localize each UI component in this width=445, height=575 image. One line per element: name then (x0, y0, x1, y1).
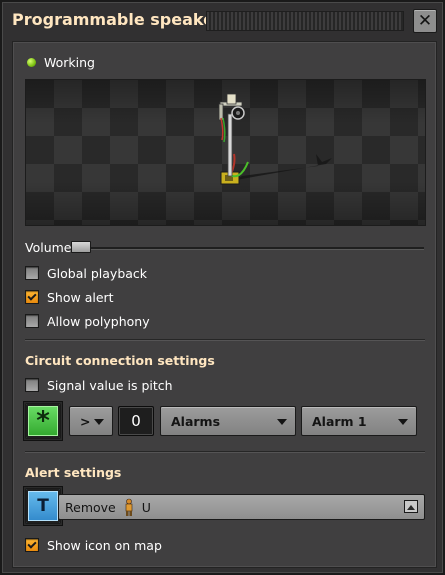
close-icon: ✕ (417, 11, 433, 31)
comparator-value: > (80, 413, 91, 429)
allow-polyphony-option[interactable]: Allow polyphony (25, 313, 150, 329)
image-picker-icon[interactable] (404, 500, 418, 513)
constant-value-field[interactable]: 0 (118, 406, 154, 436)
window-title: Programmable speaker (12, 10, 222, 29)
signal-pitch-checkbox[interactable] (25, 378, 39, 392)
programmable-speaker-window: Programmable speaker ✕ Working Volume Gl… (0, 0, 445, 575)
everything-signal-icon: * (36, 406, 50, 436)
character-icon (125, 498, 133, 516)
chevron-down-icon (398, 419, 408, 425)
note-dropdown[interactable]: Alarm 1 (301, 406, 417, 436)
status-light-icon (27, 57, 36, 67)
show-alert-option[interactable]: Show alert (25, 289, 114, 305)
drag-handle[interactable] (206, 11, 404, 31)
chevron-down-icon (277, 419, 287, 425)
alert-message-input[interactable]: Remove U (58, 494, 425, 520)
allow-polyphony-label: Allow polyphony (47, 313, 150, 329)
status-label: Working (44, 54, 95, 70)
signal-selector-button[interactable]: * (25, 403, 61, 439)
allow-polyphony-checkbox[interactable] (25, 314, 39, 328)
entity-preview[interactable] (25, 79, 426, 226)
show-icon-on-map-option[interactable]: Show icon on map (25, 537, 162, 553)
alert-settings-heading: Alert settings (25, 465, 122, 480)
status-indicator: Working (27, 54, 95, 70)
alert-message-suffix: U (141, 499, 151, 515)
circuit-settings-heading: Circuit connection settings (25, 353, 215, 368)
global-playback-checkbox[interactable] (25, 266, 39, 280)
divider (25, 339, 425, 341)
instrument-value: Alarms (171, 413, 221, 429)
signal-pitch-label: Signal value is pitch (47, 377, 173, 393)
close-button[interactable]: ✕ (413, 9, 437, 33)
chevron-down-icon (94, 419, 104, 425)
instrument-dropdown[interactable]: Alarms (160, 406, 296, 436)
signal-t-icon: T (37, 496, 49, 516)
title-bar[interactable]: Programmable speaker ✕ (6, 6, 443, 36)
global-playback-label: Global playback (47, 265, 148, 281)
note-value: Alarm 1 (312, 413, 367, 429)
alert-message-prefix: Remove (65, 499, 116, 515)
show-alert-label: Show alert (47, 289, 114, 305)
alert-icon-button[interactable]: T (25, 488, 61, 524)
show-alert-checkbox[interactable] (25, 290, 39, 304)
global-playback-option[interactable]: Global playback (25, 265, 147, 281)
programmable-speaker-icon (218, 93, 332, 185)
signal-pitch-option[interactable]: Signal value is pitch (25, 377, 173, 393)
speaker-settings-panel: Working Volume Global playback Show aler… (12, 41, 437, 568)
volume-label: Volume (25, 240, 72, 255)
comparator-dropdown[interactable]: > (69, 406, 113, 436)
volume-control: Volume (25, 240, 425, 256)
show-icon-on-map-label: Show icon on map (47, 537, 162, 553)
divider (25, 451, 425, 453)
volume-slider-thumb[interactable] (71, 241, 91, 253)
volume-slider-track[interactable] (81, 247, 424, 250)
show-icon-on-map-checkbox[interactable] (25, 538, 39, 552)
